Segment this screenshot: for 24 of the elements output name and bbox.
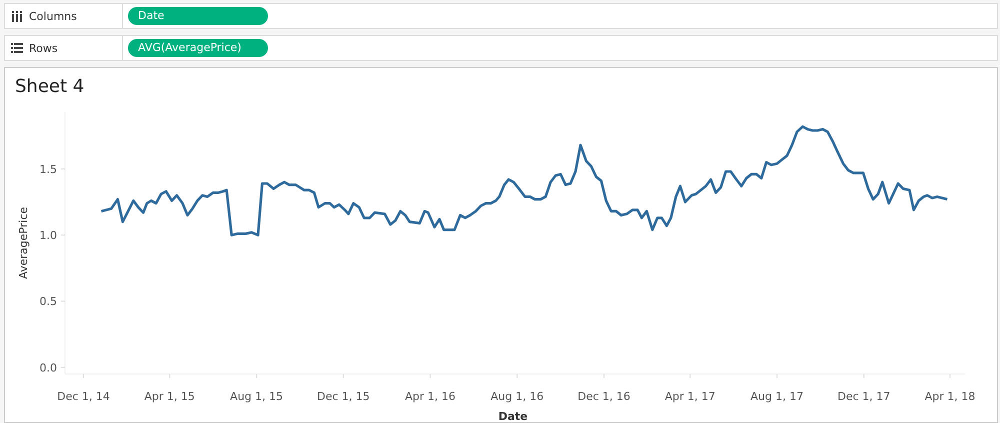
y-tick-label: 0.5 xyxy=(40,295,57,308)
x-tick-label: Dec 1, 14 xyxy=(57,390,110,403)
x-tick-label: Aug 1, 17 xyxy=(750,390,804,403)
shelf-label: Rows xyxy=(29,42,58,54)
columns-icon xyxy=(11,10,23,22)
sheet-title: Sheet 4 xyxy=(14,75,86,99)
list-icon xyxy=(11,43,23,53)
x-tick-label: Apr 1, 17 xyxy=(664,390,716,403)
x-tick-label: Apr 1, 15 xyxy=(144,390,195,403)
shelf-label: Columns xyxy=(29,10,77,22)
y-axis-title: AveragePrice xyxy=(17,207,30,279)
x-tick-label: Apr 1, 18 xyxy=(924,390,976,403)
x-tick-label: Dec 1, 15 xyxy=(317,390,370,403)
field-pill[interactable]: Date xyxy=(128,7,268,25)
x-tick-label: Aug 1, 15 xyxy=(230,390,284,403)
x-axis-title: Date xyxy=(498,410,528,422)
x-tick-label: Apr 1, 16 xyxy=(405,390,456,403)
x-tick-label: Dec 1, 16 xyxy=(578,390,630,403)
field-pill[interactable]: AVG(AveragePrice) xyxy=(128,39,268,57)
x-tick-label: Dec 1, 17 xyxy=(838,390,890,403)
x-tick-label: Aug 1, 16 xyxy=(490,390,544,403)
y-tick-label: 1.5 xyxy=(40,162,57,176)
y-tick-label: 1.0 xyxy=(40,229,57,242)
y-tick-label: 0.0 xyxy=(40,361,57,374)
